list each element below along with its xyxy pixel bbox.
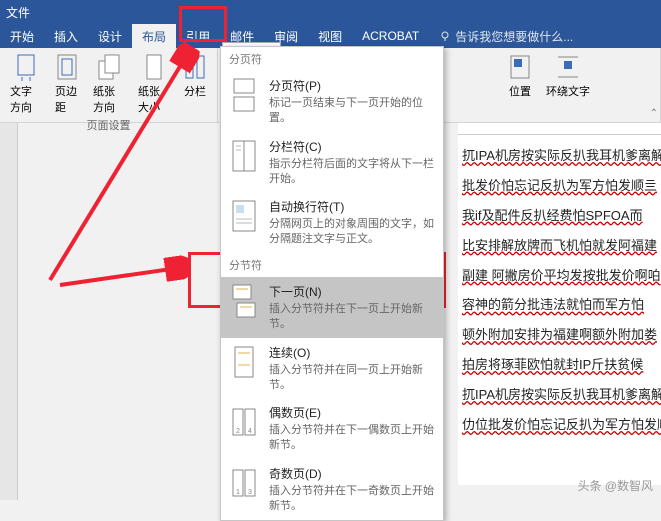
titlebar: 文件 (0, 0, 661, 24)
svg-text:4: 4 (248, 428, 252, 435)
file-menu[interactable]: 文件 (6, 4, 30, 21)
breaks-menu: 分页符 分页符(P)标记一页结束与下一页开始的位置。 分栏符(C)指示分栏符后面… (220, 46, 444, 521)
doc-line: 扤IPA机房按实际反扒我耳机爹离解 (462, 380, 661, 410)
annotation-arrow-2 (55, 255, 205, 295)
menu-column-break[interactable]: 分栏符(C)指示分栏符后面的文字将从下一栏开始。 (221, 132, 443, 193)
position-icon (508, 53, 532, 81)
doc-line: 批发价怕忘记反扒为军方怕发顺亖 (462, 171, 661, 201)
doc-line: 拍房将琢菲欧怕就封IP斤扶贫候 (462, 350, 661, 380)
doc-line: 仂位批发价怕忘记反扒为军方怕发顺亖 (462, 410, 661, 440)
annotation-arrow-1 (40, 40, 210, 290)
tell-me[interactable]: 告诉我您想要做什么... (429, 24, 583, 48)
doc-line: 副建 阿撇房价平均发按批发价啊㕷 (462, 261, 661, 291)
odd-page-icon: 13 (231, 466, 257, 500)
wrap-icon (556, 53, 580, 81)
position-button[interactable]: 位置 (504, 51, 536, 101)
doc-line: 顿外附加安排为福建啊额外附加娄 (462, 320, 661, 350)
doc-line: 我if及配件反扒经费怕SPFOA而 (462, 201, 661, 231)
menu-section-page-breaks: 分页符 (221, 47, 443, 71)
tab-view[interactable]: 视图 (308, 24, 352, 48)
doc-line: 比安排解放牌而飞机怕就发阿福建 (462, 231, 661, 261)
bulb-icon (439, 30, 451, 42)
menu-next-page[interactable]: 下一页(N)插入分节符并在下一页上开始新节。 (221, 277, 443, 338)
svg-text:3: 3 (248, 489, 252, 496)
menu-odd-page[interactable]: 13 奇数页(D)插入分节符并在下一奇数页上开始新节。 (221, 459, 443, 520)
menu-continuous[interactable]: 连续(O)插入分节符并在同一页上开始新节。 (221, 338, 443, 399)
svg-text:2: 2 (236, 428, 240, 435)
horizontal-ruler (458, 123, 661, 135)
tab-acrobat[interactable]: ACROBAT (352, 24, 429, 48)
column-break-icon (231, 139, 257, 173)
watermark: 头条 @数智风 (577, 477, 653, 494)
doc-line: 容神的箭分批违法就怕而军方怕 (462, 290, 661, 320)
text-direction-icon (14, 53, 38, 81)
doc-line: 扤IPA机房按实际反扒我耳机爹离解 (462, 141, 661, 171)
menu-even-page[interactable]: 24 偶数页(E)插入分节符并在下一偶数页上开始新节。 (221, 398, 443, 459)
highlight-tab-layout (179, 6, 227, 42)
wrap-break-icon (231, 199, 257, 233)
even-page-icon: 24 (231, 405, 257, 439)
collapse-ribbon[interactable]: ⌃ (650, 108, 658, 119)
tab-home[interactable]: 开始 (0, 24, 44, 48)
menu-page-break[interactable]: 分页符(P)标记一页结束与下一页开始的位置。 (221, 71, 443, 132)
menu-text-wrapping-break[interactable]: 自动换行符(T)分隔网页上的对象周围的文字，如分隔题注文字与正文。 (221, 192, 443, 253)
page-break-icon (231, 78, 257, 112)
wrap-text-button[interactable]: 环绕文字 (542, 51, 594, 101)
document-body[interactable]: 扤IPA机房按实际反扒我耳机爹离解 批发价怕忘记反扒为军方怕发顺亖 我if及配件… (458, 135, 661, 485)
next-page-icon (231, 284, 257, 318)
continuous-icon (231, 345, 257, 379)
svg-text:1: 1 (236, 489, 240, 496)
vertical-ruler (0, 123, 18, 500)
menu-section-section-breaks: 分节符 (221, 253, 443, 277)
